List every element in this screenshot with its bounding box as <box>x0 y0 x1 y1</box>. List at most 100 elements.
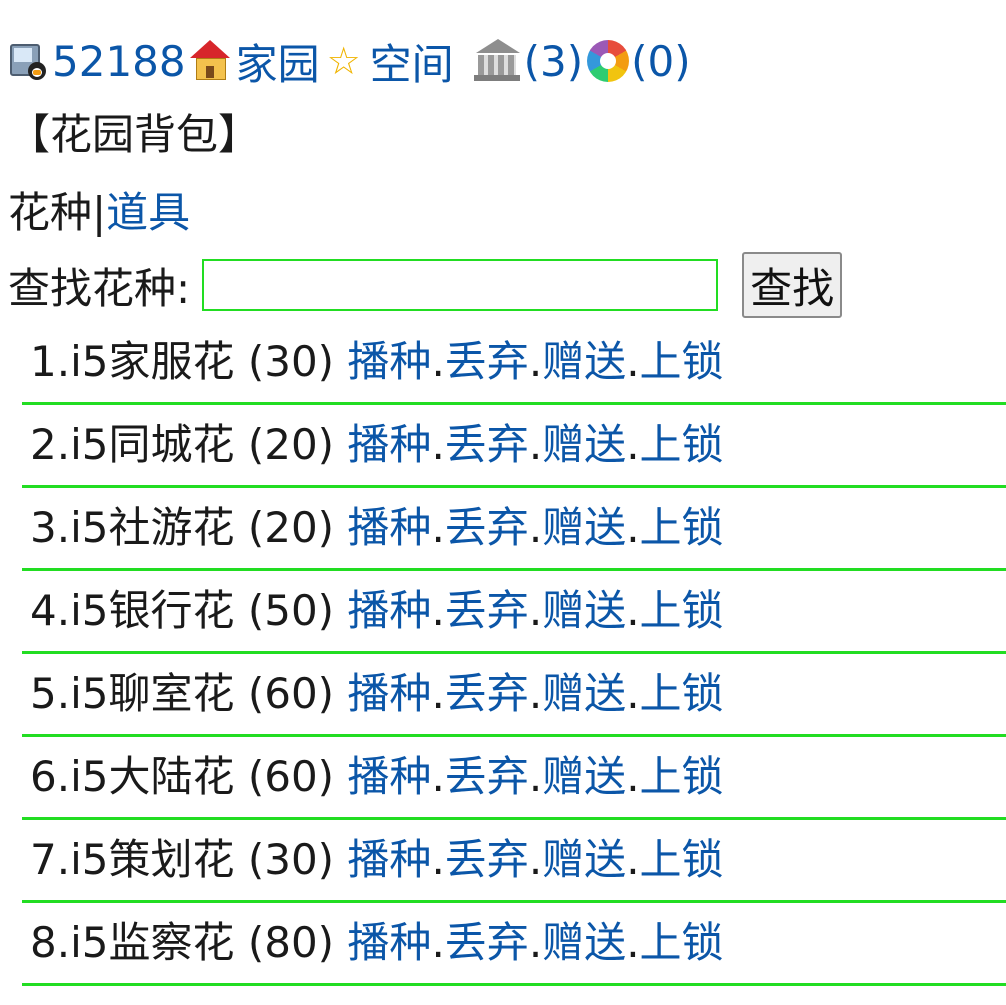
item-count: (60) <box>247 752 335 801</box>
item-count: (30) <box>247 337 335 386</box>
item-name: i5家服花 <box>70 337 235 386</box>
item-index: 1. <box>30 337 71 386</box>
action-separator: . <box>626 918 640 967</box>
action-separator: . <box>528 337 543 386</box>
lock-link[interactable]: 上锁 <box>640 835 724 884</box>
tab-flower-seeds: 花种 <box>8 188 93 237</box>
item-index: 7. <box>30 835 71 884</box>
discard-link[interactable]: 丢弃 <box>445 918 529 967</box>
sow-link[interactable]: 播种 <box>347 586 431 635</box>
list-item: 5.i5聊室花 (60) 播种.丢弃.赠送.上锁 <box>22 654 1006 737</box>
action-separator: . <box>431 752 445 801</box>
item-count: (50) <box>247 586 335 635</box>
list-item: 3.i5社游花 (20) 播种.丢弃.赠送.上锁 <box>22 488 1006 571</box>
sow-link[interactable]: 播种 <box>347 420 431 469</box>
sow-link[interactable]: 播种 <box>347 752 431 801</box>
gift-link[interactable]: 赠送 <box>542 752 626 801</box>
page-title: 【花园背包】 <box>8 110 261 159</box>
gift-link[interactable]: 赠送 <box>542 503 626 552</box>
sow-link[interactable]: 播种 <box>347 835 431 884</box>
item-name: i5策划花 <box>70 835 235 884</box>
discard-link[interactable]: 丢弃 <box>445 669 529 718</box>
gift-link[interactable]: 赠送 <box>542 918 626 967</box>
sow-link[interactable]: 播种 <box>347 918 431 967</box>
top-nav-bar: 52188 家园 ☆ 空间 (3) (0) <box>8 26 691 96</box>
item-count: (60) <box>247 669 335 718</box>
lock-link[interactable]: 上锁 <box>640 752 724 801</box>
lock-link[interactable]: 上锁 <box>640 337 724 386</box>
lock-link[interactable]: 上锁 <box>640 669 724 718</box>
action-separator: . <box>626 337 640 386</box>
item-name: i5银行花 <box>70 586 235 635</box>
discard-link[interactable]: 丢弃 <box>445 586 529 635</box>
discard-link[interactable]: 丢弃 <box>445 503 529 552</box>
action-separator: . <box>528 586 543 635</box>
sow-link[interactable]: 播种 <box>347 337 431 386</box>
discard-link[interactable]: 丢弃 <box>445 420 529 469</box>
user-qq-icon[interactable] <box>8 40 48 82</box>
item-count: (20) <box>247 503 335 552</box>
list-item: 1.i5家服花 (30) 播种.丢弃.赠送.上锁 <box>22 322 1006 405</box>
action-separator: . <box>431 835 445 884</box>
item-index: 3. <box>30 503 71 552</box>
search-button[interactable]: 查找 <box>742 252 843 318</box>
item-name: i5同城花 <box>70 420 235 469</box>
action-separator: . <box>528 835 543 884</box>
lock-link[interactable]: 上锁 <box>640 918 724 967</box>
action-separator: . <box>626 835 640 884</box>
item-name: i5大陆花 <box>70 752 235 801</box>
action-separator: . <box>528 503 543 552</box>
bank-count-link[interactable]: (3) <box>524 37 584 86</box>
wheel-count-link[interactable]: (0) <box>631 37 691 86</box>
list-item: 8.i5监察花 (80) 播种.丢弃.赠送.上锁 <box>22 903 1006 986</box>
home-link[interactable]: 家园 <box>236 31 320 92</box>
sow-link[interactable]: 播种 <box>347 503 431 552</box>
star-icon[interactable]: ☆ <box>324 41 364 81</box>
item-name: i5社游花 <box>70 503 235 552</box>
action-separator: . <box>431 669 445 718</box>
color-wheel-icon[interactable] <box>587 40 630 82</box>
gift-link[interactable]: 赠送 <box>542 337 626 386</box>
action-separator: . <box>431 586 445 635</box>
action-separator: . <box>528 918 543 967</box>
sow-link[interactable]: 播种 <box>347 669 431 718</box>
item-index: 4. <box>30 586 71 635</box>
lock-link[interactable]: 上锁 <box>640 503 724 552</box>
item-count: (80) <box>247 918 335 967</box>
item-name: i5监察花 <box>70 918 235 967</box>
space-link[interactable]: 空间 <box>370 31 454 92</box>
item-name: i5聊室花 <box>70 669 235 718</box>
gift-link[interactable]: 赠送 <box>542 835 626 884</box>
search-input[interactable] <box>202 259 719 311</box>
house-icon[interactable] <box>188 38 232 84</box>
list-item: 4.i5银行花 (50) 播种.丢弃.赠送.上锁 <box>22 571 1006 654</box>
action-separator: . <box>626 669 640 718</box>
user-id-link[interactable]: 52188 <box>52 37 186 86</box>
tab-bar: 花种|道具 <box>8 178 190 248</box>
lock-link[interactable]: 上锁 <box>640 420 724 469</box>
action-separator: . <box>626 503 640 552</box>
bank-icon[interactable] <box>472 37 522 85</box>
search-label: 查找花种: <box>8 263 191 313</box>
gift-link[interactable]: 赠送 <box>542 669 626 718</box>
action-separator: . <box>528 420 543 469</box>
action-separator: . <box>431 337 445 386</box>
discard-link[interactable]: 丢弃 <box>445 337 529 386</box>
action-separator: . <box>626 586 640 635</box>
lock-link[interactable]: 上锁 <box>640 586 724 635</box>
action-separator: . <box>626 752 640 801</box>
action-separator: . <box>528 669 543 718</box>
tab-separator: | <box>92 188 107 237</box>
gift-link[interactable]: 赠送 <box>542 586 626 635</box>
gift-link[interactable]: 赠送 <box>542 420 626 469</box>
discard-link[interactable]: 丢弃 <box>445 835 529 884</box>
discard-link[interactable]: 丢弃 <box>445 752 529 801</box>
action-separator: . <box>431 503 445 552</box>
item-index: 8. <box>30 918 71 967</box>
tab-props[interactable]: 道具 <box>106 188 190 237</box>
action-separator: . <box>431 420 445 469</box>
seed-search-form: 查找花种: 查找 <box>8 250 843 320</box>
action-separator: . <box>528 752 543 801</box>
seed-list: 1.i5家服花 (30) 播种.丢弃.赠送.上锁 2.i5同城花 (20) 播种.… <box>22 322 1006 986</box>
item-count: (30) <box>247 835 335 884</box>
